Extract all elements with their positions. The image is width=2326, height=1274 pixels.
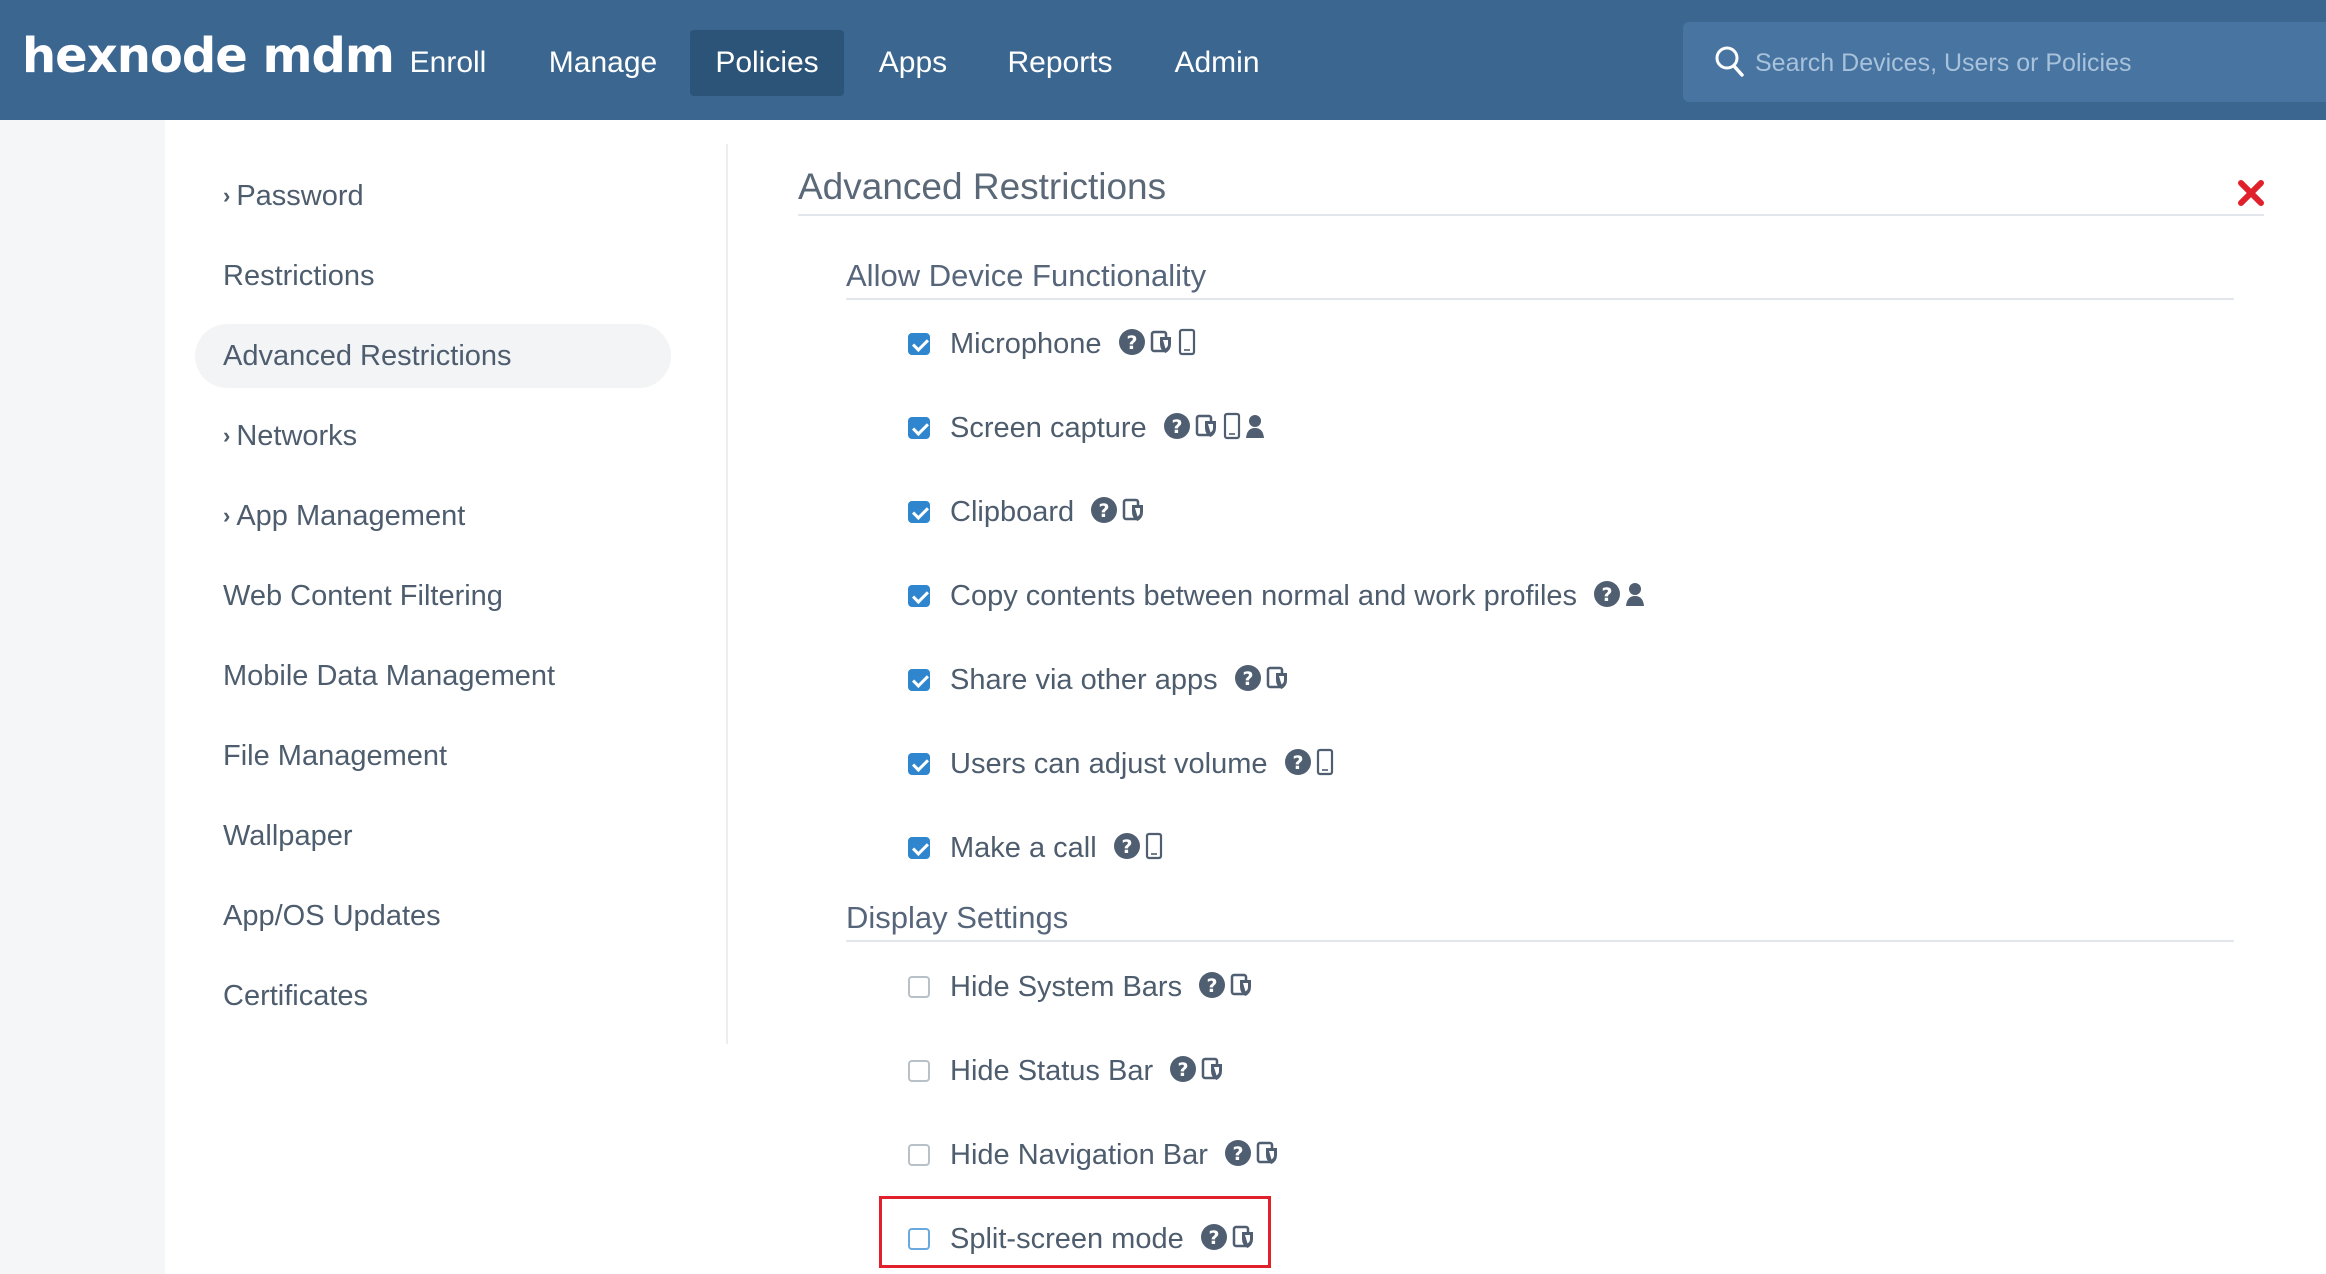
nav-enroll[interactable]: Enroll — [398, 30, 498, 96]
option-copy-contents-between-normal-and-work-profiles[interactable]: Copy contents between normal and work pr… — [908, 574, 1649, 618]
option-clipboard[interactable]: Clipboard? — [908, 490, 1150, 534]
svg-text:?: ? — [1178, 1059, 1189, 1081]
top-navigation-bar: hexnode mdm Enroll Manage Policies Apps … — [0, 0, 2326, 120]
sidebar-item-restrictions[interactable]: Restrictions — [195, 244, 671, 308]
option-make-a-call[interactable]: Make a call? — [908, 826, 1167, 870]
help-icon[interactable]: ? — [1090, 496, 1118, 529]
help-icon[interactable]: ? — [1593, 580, 1621, 613]
shield-icon — [1195, 413, 1219, 444]
shield-icon — [1256, 1140, 1280, 1171]
option-label: Users can adjust volume — [950, 747, 1268, 780]
svg-text:?: ? — [1099, 500, 1110, 522]
nav-reports[interactable]: Reports — [1002, 30, 1118, 96]
option-hide-status-bar[interactable]: Hide Status Bar? — [908, 1049, 1229, 1093]
option-label: Make a call — [950, 831, 1097, 864]
svg-text:?: ? — [1121, 836, 1132, 858]
help-icon[interactable]: ? — [1163, 412, 1191, 445]
section-title-display-settings: Display Settings — [846, 900, 1069, 935]
search-box — [1683, 22, 2326, 102]
sidebar-item-password[interactable]: › Password — [195, 164, 671, 228]
help-icon[interactable]: ? — [1169, 1055, 1197, 1088]
sidebar-item-networks[interactable]: › Networks — [195, 404, 671, 468]
close-icon[interactable] — [2236, 178, 2266, 208]
help-icon[interactable]: ? — [1234, 664, 1262, 697]
option-users-can-adjust-volume[interactable]: Users can adjust volume? — [908, 742, 1338, 786]
section-divider — [846, 940, 2234, 942]
nav-apps[interactable]: Apps — [868, 30, 958, 96]
help-icon[interactable]: ? — [1113, 832, 1141, 865]
sidebar-item-wallpaper[interactable]: Wallpaper — [195, 804, 671, 868]
option-screen-capture[interactable]: Screen capture? — [908, 406, 1269, 450]
device-icon — [1178, 328, 1196, 361]
checkbox[interactable] — [908, 837, 930, 859]
sidebar-item-app-management[interactable]: › App Management — [195, 484, 671, 548]
sidebar-item-mobile-data-management[interactable]: Mobile Data Management — [195, 644, 671, 708]
chevron-right-icon: › — [223, 183, 231, 208]
title-divider — [798, 214, 2264, 216]
page-title: Advanced Restrictions — [798, 166, 1167, 207]
highlight-annotation — [879, 1196, 1271, 1268]
option-label: Share via other apps — [950, 663, 1218, 696]
svg-text:?: ? — [1171, 416, 1182, 438]
checkbox[interactable] — [908, 753, 930, 775]
sidebar-item-file-management[interactable]: File Management — [195, 724, 671, 788]
option-microphone[interactable]: Microphone? — [908, 322, 1200, 366]
svg-text:?: ? — [1242, 668, 1253, 690]
nav-manage[interactable]: Manage — [540, 30, 666, 96]
sidebar-item-advanced-restrictions[interactable]: Advanced Restrictions — [195, 324, 671, 388]
device-icon — [1223, 412, 1241, 445]
help-icon[interactable]: ? — [1198, 971, 1226, 1004]
search-input[interactable] — [1753, 42, 2307, 84]
checkbox[interactable] — [908, 669, 930, 691]
nav-admin[interactable]: Admin — [1166, 30, 1268, 96]
search-icon[interactable] — [1715, 46, 1745, 78]
svg-text:?: ? — [1207, 975, 1218, 997]
option-label: Hide Status Bar — [950, 1054, 1154, 1087]
checkbox[interactable] — [908, 333, 930, 355]
option-label: Screen capture — [950, 411, 1147, 444]
option-label: Hide System Bars — [950, 970, 1183, 1003]
help-icon[interactable]: ? — [1284, 748, 1312, 781]
sidebar-divider — [726, 144, 728, 1044]
nav-policies[interactable]: Policies — [690, 30, 844, 96]
option-share-via-other-apps[interactable]: Share via other apps? — [908, 658, 1294, 702]
checkbox[interactable] — [908, 417, 930, 439]
section-divider — [846, 298, 2234, 300]
device-icon — [1145, 832, 1163, 865]
user-icon — [1625, 581, 1645, 612]
svg-text:?: ? — [1602, 584, 1613, 606]
help-icon[interactable]: ? — [1118, 328, 1146, 361]
shield-icon — [1150, 329, 1174, 360]
svg-text:?: ? — [1292, 752, 1303, 774]
sidebar-item-app-os-updates[interactable]: App/OS Updates — [195, 884, 671, 948]
device-icon — [1316, 748, 1334, 781]
shield-icon — [1122, 497, 1146, 528]
option-label: Clipboard — [950, 495, 1075, 528]
checkbox[interactable] — [908, 976, 930, 998]
option-label: Hide Navigation Bar — [950, 1138, 1208, 1171]
logo[interactable]: hexnode mdm — [22, 28, 395, 84]
checkbox[interactable] — [908, 1060, 930, 1082]
shield-icon — [1230, 972, 1254, 1003]
svg-text:?: ? — [1232, 1143, 1243, 1165]
checkbox[interactable] — [908, 585, 930, 607]
svg-text:?: ? — [1126, 332, 1137, 354]
sidebar-item-certificates[interactable]: Certificates — [195, 964, 671, 1028]
chevron-right-icon: › — [223, 423, 231, 448]
shield-icon — [1201, 1056, 1225, 1087]
chevron-right-icon: › — [223, 503, 231, 528]
user-icon — [1245, 413, 1265, 444]
checkbox[interactable] — [908, 1144, 930, 1166]
option-label: Copy contents between normal and work pr… — [950, 579, 1578, 612]
sidebar-item-web-content-filtering[interactable]: Web Content Filtering — [195, 564, 671, 628]
shield-icon — [1266, 665, 1290, 696]
section-title-allow-device-functionality: Allow Device Functionality — [846, 258, 1207, 293]
option-hide-system-bars[interactable]: Hide System Bars? — [908, 965, 1258, 1009]
option-label: Microphone — [950, 327, 1102, 360]
option-hide-navigation-bar[interactable]: Hide Navigation Bar? — [908, 1133, 1284, 1177]
help-icon[interactable]: ? — [1224, 1139, 1252, 1172]
checkbox[interactable] — [908, 501, 930, 523]
